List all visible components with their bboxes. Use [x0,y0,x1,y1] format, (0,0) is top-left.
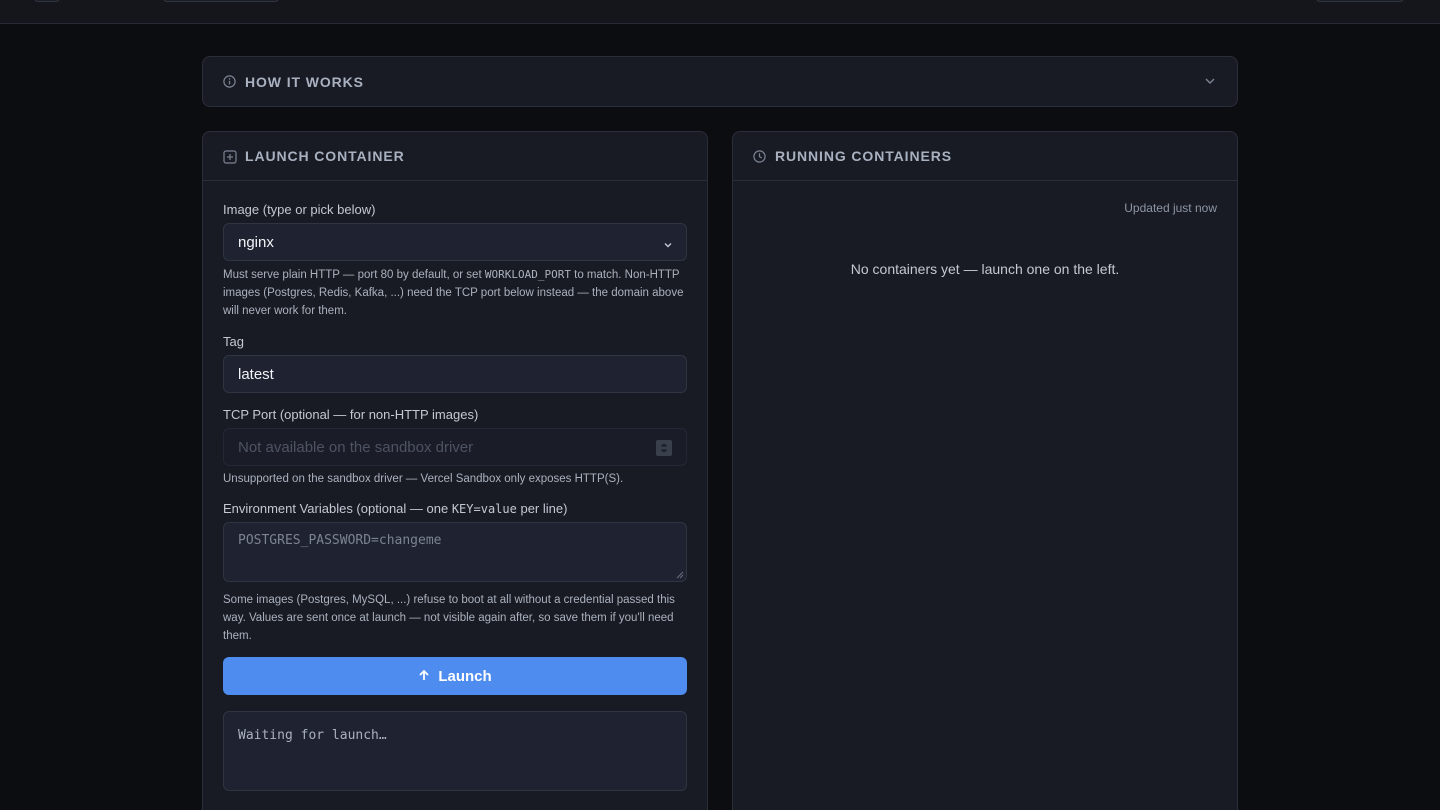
launch-container-header: LAUNCH CONTAINER [203,132,707,181]
topbar-control-left[interactable] [34,0,60,2]
plus-square-icon [223,149,237,164]
launch-log: Waiting for launch… [223,711,687,791]
arrow-up-icon [418,668,430,685]
tag-label: Tag [223,334,244,349]
launch-log-text: Waiting for launch… [238,728,387,743]
how-it-works-title: HOW IT WORKS [245,73,364,90]
key-value-code: KEY=value [451,502,517,516]
workload-port-code: WORKLOAD_PORT [484,268,571,281]
tag-value: latest [238,365,274,383]
info-icon [223,75,236,88]
env-vars-label: Environment Variables (optional — one KE… [223,501,568,516]
launch-container-title: LAUNCH CONTAINER [245,148,405,164]
resize-handle-icon[interactable] [676,571,684,579]
how-it-works-header[interactable]: HOW IT WORKS [203,57,1237,106]
image-label: Image (type or pick below) [223,202,376,217]
tag-input[interactable]: latest [223,355,687,393]
topbar-control-center[interactable] [163,0,279,2]
env-vars-help: Some images (Postgres, MySQL, ...) refus… [223,594,675,642]
env-vars-placeholder: POSTGRES_PASSWORD=changeme [238,533,442,548]
topbar-control-right[interactable] [1316,0,1404,2]
image-combobox[interactable]: nginx [223,223,687,261]
launch-button[interactable]: Launch [223,657,687,695]
stepper-icon[interactable] [656,440,672,460]
running-containers-panel: RUNNING CONTAINERS Updated just now No c… [732,131,1238,810]
top-bar [0,0,1440,24]
tcp-port-help: Unsupported on the sandbox driver — Verc… [223,473,624,485]
chevron-down-icon[interactable] [1203,74,1217,88]
empty-state-message: No containers yet — launch one on the le… [850,261,1120,277]
image-value: nginx [238,233,274,251]
tcp-port-placeholder: Not available on the sandbox driver [238,438,474,456]
running-containers-title: RUNNING CONTAINERS [775,148,952,164]
image-help: Must serve plain HTTP — port 80 by defau… [223,268,684,317]
how-it-works-panel[interactable]: HOW IT WORKS [202,56,1238,107]
launch-button-label: Launch [438,667,492,685]
running-containers-header: RUNNING CONTAINERS [733,132,1237,181]
env-vars-textarea[interactable]: POSTGRES_PASSWORD=changeme [223,522,687,582]
chevron-down-icon[interactable] [662,238,674,255]
updated-status: Updated just now [1124,201,1217,215]
launch-container-panel: LAUNCH CONTAINER Image (type or pick bel… [202,131,708,810]
tcp-port-input[interactable]: Not available on the sandbox driver [223,428,687,466]
tcp-port-label: TCP Port (optional — for non-HTTP images… [223,407,479,422]
clock-icon [753,149,766,163]
